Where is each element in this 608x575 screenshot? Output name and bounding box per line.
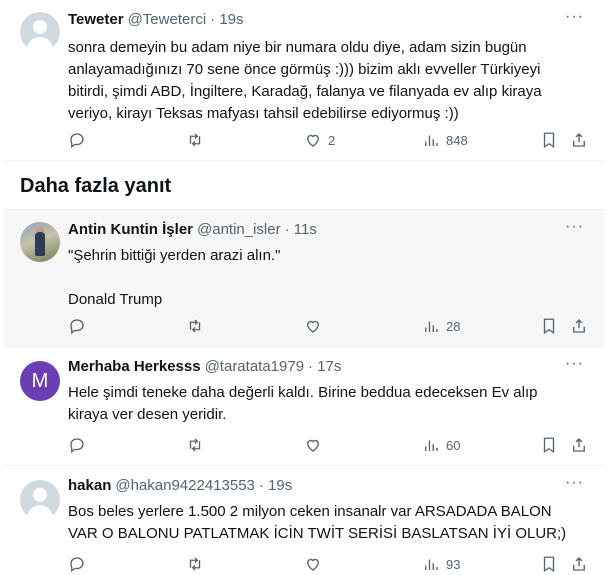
view-count: 60	[446, 437, 461, 453]
tweet-card[interactable]: Teweter @Teweterci · 19s ··· sonra demeyin…	[4, 0, 604, 160]
reply-button[interactable]	[68, 555, 92, 573]
share-icon	[573, 557, 585, 571]
reply-icon	[70, 557, 84, 573]
tweet-text: sonra demeyin bu adam niye bir numara ol…	[68, 39, 542, 122]
views-button[interactable]: 28	[422, 317, 460, 335]
section-heading: Daha fazla yanıt	[20, 175, 172, 197]
author-name[interactable]: Merhaba Herkesss	[68, 358, 201, 375]
more-options-icon[interactable]: ···	[565, 218, 584, 236]
retweet-button[interactable]	[186, 436, 210, 454]
views-chart-icon	[425, 559, 438, 570]
author-name[interactable]: Teweter	[68, 11, 124, 28]
share-icon	[573, 133, 585, 147]
author-handle[interactable]: @Teweterci	[128, 11, 207, 28]
retweet-button[interactable]	[186, 131, 210, 149]
timestamp[interactable]: · 17s	[308, 358, 341, 375]
divider	[4, 160, 604, 161]
heart-icon	[307, 320, 319, 333]
author-handle[interactable]: @antin_isler	[197, 221, 281, 238]
views-button[interactable]: 60	[422, 436, 460, 454]
views-button[interactable]: 93	[422, 555, 460, 573]
more-options-icon[interactable]: ···	[565, 474, 584, 492]
views-chart-icon	[425, 321, 438, 332]
bookmark-button[interactable]	[540, 317, 558, 335]
reply-icon	[70, 319, 84, 335]
avatar[interactable]: M	[20, 361, 60, 401]
like-button[interactable]: 2	[304, 131, 335, 149]
views-chart-icon	[425, 440, 438, 451]
author-handle[interactable]: @hakan9422413553	[115, 477, 255, 494]
share-icon	[573, 438, 585, 452]
retweet-button[interactable]	[186, 555, 210, 573]
tweet-card[interactable]: hakan @hakan9422413553 · 19s ··· Bos beles…	[4, 466, 604, 573]
timestamp[interactable]: · 19s	[210, 11, 243, 28]
more-options-icon[interactable]: ···	[565, 355, 584, 373]
retweet-button[interactable]	[186, 317, 210, 335]
avatar[interactable]	[20, 222, 60, 262]
tweet-text: Bos beles yerlere 1.500 2 milyon ceken i…	[68, 503, 567, 542]
tweet-header: Antin Kuntin İşler @antin_isler · 11s	[68, 221, 317, 238]
reply-button[interactable]	[68, 131, 92, 149]
share-button[interactable]	[570, 317, 588, 335]
view-count: 93	[446, 556, 461, 572]
retweet-icon	[189, 438, 201, 452]
retweet-icon	[189, 133, 201, 147]
tweet-actions: 28	[68, 317, 588, 337]
bookmark-icon	[543, 437, 555, 454]
share-button[interactable]	[570, 436, 588, 454]
more-options-icon[interactable]: ···	[565, 8, 584, 26]
view-count: 848	[446, 132, 468, 148]
like-button[interactable]	[304, 317, 328, 335]
bookmark-icon	[543, 132, 555, 149]
views-chart-icon	[425, 135, 438, 146]
share-button[interactable]	[570, 555, 588, 573]
heart-icon	[307, 134, 319, 147]
like-count: 2	[328, 132, 336, 148]
tweet-text: "Şehrin bittiği yerden arazi alın." Dona…	[68, 247, 281, 308]
tweet-actions: 2 848	[68, 131, 588, 151]
retweet-icon	[189, 319, 201, 333]
tweet-card[interactable]: Antin Kuntin İşler @antin_isler · 11s ··· …	[4, 210, 604, 346]
reply-button[interactable]	[68, 436, 92, 454]
heart-icon	[307, 558, 319, 571]
share-icon	[573, 319, 585, 333]
author-name[interactable]: Antin Kuntin İşler	[68, 221, 193, 238]
heart-icon	[307, 439, 319, 452]
timestamp[interactable]: · 19s	[259, 477, 292, 494]
tweet-actions: 60	[68, 436, 588, 456]
bookmark-icon	[543, 318, 555, 335]
bookmark-icon	[543, 556, 555, 573]
share-button[interactable]	[570, 131, 588, 149]
retweet-icon	[189, 557, 201, 571]
tweet-text: Hele şimdi teneke daha değerli kaldı. Bi…	[68, 384, 538, 423]
bookmark-button[interactable]	[540, 555, 558, 573]
reply-button[interactable]	[68, 317, 92, 335]
tweet-header: hakan @hakan9422413553 · 19s	[68, 477, 292, 494]
timestamp[interactable]: · 11s	[285, 221, 317, 238]
reply-icon	[70, 133, 84, 149]
avatar[interactable]	[20, 480, 60, 520]
author-name[interactable]: hakan	[68, 477, 111, 494]
view-count: 28	[446, 318, 461, 334]
reply-icon	[70, 438, 84, 454]
bookmark-button[interactable]	[540, 436, 558, 454]
tweet-header: Teweter @Teweterci · 19s	[68, 11, 244, 28]
bookmark-button[interactable]	[540, 131, 558, 149]
like-button[interactable]	[304, 436, 328, 454]
views-button[interactable]: 848	[422, 131, 468, 149]
author-handle[interactable]: @taratata1979	[205, 358, 304, 375]
tweet-header: Merhaba Herkesss @taratata1979 · 17s	[68, 358, 341, 375]
avatar[interactable]	[20, 12, 60, 52]
tweet-card[interactable]: M Merhaba Herkesss @taratata1979 · 17s ···…	[4, 347, 604, 465]
tweet-actions: 93	[68, 555, 588, 575]
like-button[interactable]	[304, 555, 328, 573]
